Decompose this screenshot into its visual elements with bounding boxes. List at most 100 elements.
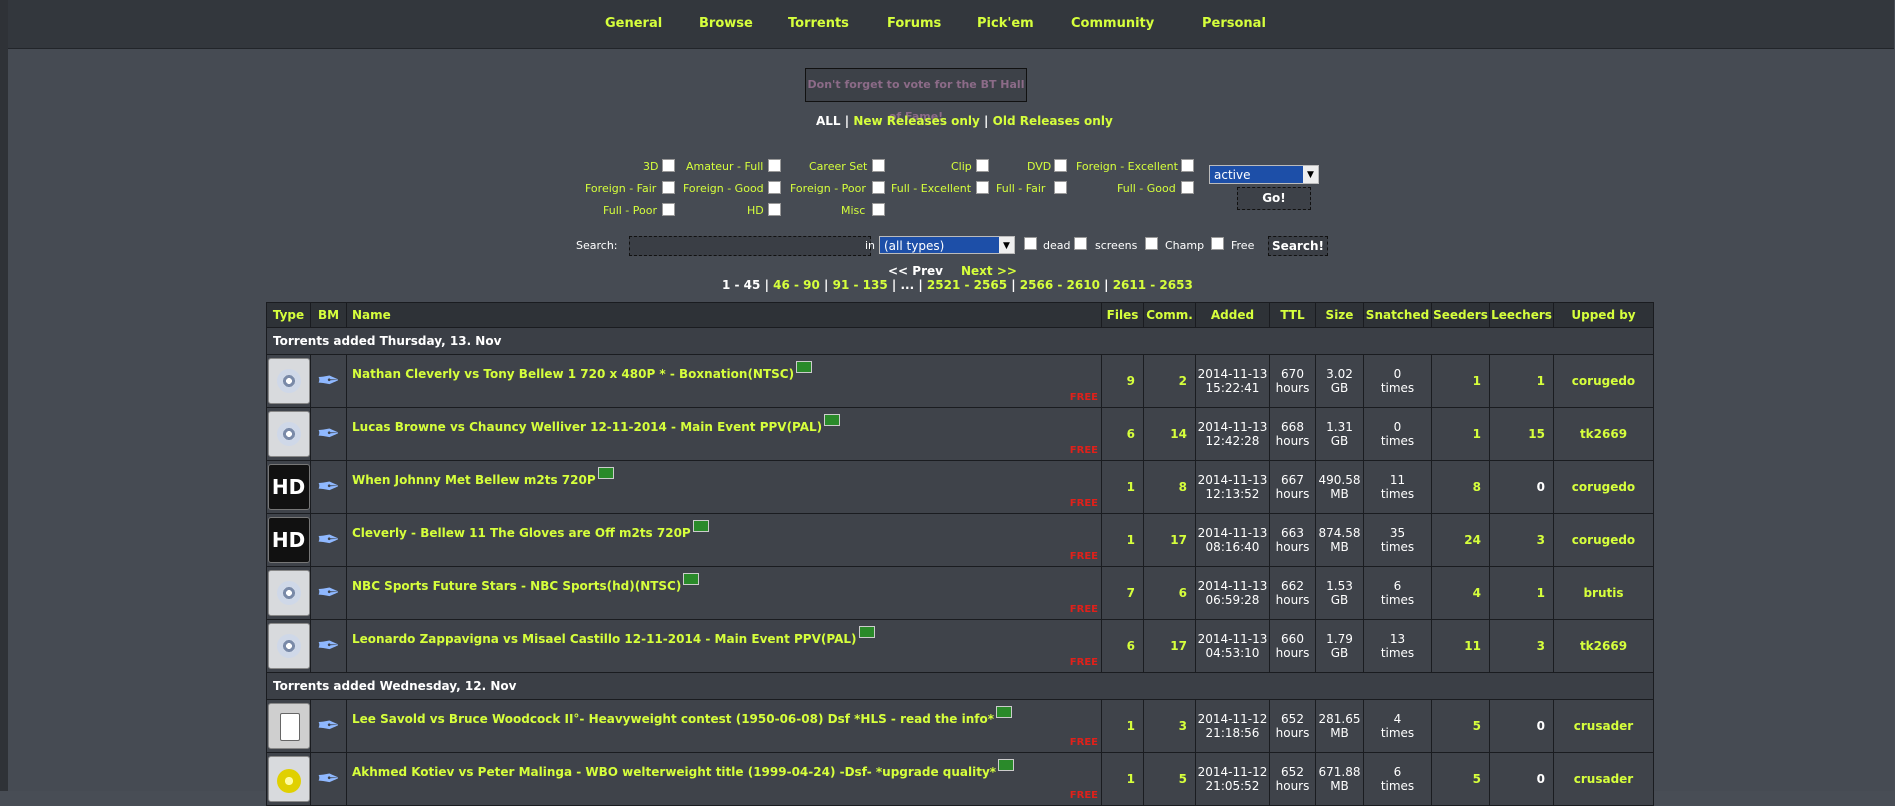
free-checkbox[interactable] — [1211, 237, 1224, 250]
seeders-count[interactable]: 5 — [1431, 699, 1490, 753]
bookmark-quill-icon[interactable]: ✒ — [311, 409, 346, 459]
comments-count[interactable]: 17 — [1143, 619, 1196, 673]
seeders-count[interactable]: 11 — [1431, 619, 1490, 673]
cat-checkbox-foreign-excellent[interactable] — [1181, 159, 1194, 172]
comments-count[interactable]: 8 — [1143, 460, 1196, 514]
torrent-name-link[interactable]: Lee Savold vs Bruce Woodcock II°- Heavyw… — [352, 712, 994, 726]
leechers-count[interactable]: 0 — [1489, 752, 1554, 806]
cat-checkbox-misc[interactable] — [872, 203, 885, 216]
uploader-link[interactable]: crusader — [1553, 752, 1654, 806]
page-link[interactable]: 91 - 135 — [833, 278, 888, 292]
col-leechers[interactable]: Leechers — [1489, 302, 1554, 328]
nav-torrents[interactable]: Torrents — [788, 16, 849, 31]
comments-count[interactable]: 17 — [1143, 513, 1196, 567]
download-icon[interactable] — [796, 361, 813, 373]
hall-of-fame-notice[interactable]: Don't forget to vote for the BT Hall of … — [805, 68, 1027, 123]
bookmark-quill-icon[interactable]: ✒ — [311, 462, 346, 512]
snatched-value[interactable]: 4 — [1364, 712, 1431, 726]
cat-checkbox-full-fair[interactable] — [1054, 181, 1067, 194]
uploader-link[interactable]: tk2669 — [1553, 619, 1654, 673]
files-count[interactable]: 6 — [1101, 619, 1144, 673]
seeders-count[interactable]: 8 — [1431, 460, 1490, 514]
snatched-value[interactable]: 6 — [1364, 765, 1431, 779]
nav-browse[interactable]: Browse — [699, 16, 753, 31]
dvd-icon[interactable] — [267, 358, 310, 404]
col-type[interactable]: Type — [266, 302, 311, 328]
dvd-icon[interactable] — [267, 411, 310, 457]
nav-forums[interactable]: Forums — [887, 16, 941, 31]
download-icon[interactable] — [995, 706, 1012, 718]
download-icon[interactable] — [858, 626, 875, 638]
seeders-count[interactable]: 1 — [1431, 407, 1490, 461]
cat-checkbox-full-excellent[interactable] — [976, 181, 989, 194]
type-select[interactable]: (all types) ▼ — [879, 236, 1015, 254]
leechers-count[interactable]: 1 — [1489, 354, 1554, 408]
files-count[interactable]: 7 — [1101, 566, 1144, 620]
classic-icon[interactable] — [267, 703, 310, 749]
col-seeders[interactable]: Seeders — [1431, 302, 1490, 328]
dead-checkbox[interactable] — [1024, 237, 1037, 250]
comments-count[interactable]: 3 — [1143, 699, 1196, 753]
leechers-count[interactable]: 0 — [1489, 699, 1554, 753]
comments-count[interactable]: 2 — [1143, 354, 1196, 408]
leechers-count[interactable]: 3 — [1489, 513, 1554, 567]
torrent-name-link[interactable]: Nathan Cleverly vs Tony Bellew 1 720 x 4… — [352, 367, 794, 381]
download-icon[interactable] — [998, 759, 1015, 771]
col-added[interactable]: Added — [1195, 302, 1270, 328]
seeders-count[interactable]: 4 — [1431, 566, 1490, 620]
files-count[interactable]: 1 — [1101, 513, 1144, 567]
champ-checkbox[interactable] — [1145, 237, 1158, 250]
bookmark-quill-icon[interactable]: ✒ — [311, 754, 346, 804]
leechers-count[interactable]: 0 — [1489, 460, 1554, 514]
page-link[interactable]: 46 - 90 — [773, 278, 820, 292]
torrent-name-link[interactable]: When Johnny Met Bellew m2ts 720P — [352, 473, 596, 487]
cat-checkbox-dvd[interactable] — [1054, 159, 1067, 172]
seeders-count[interactable]: 5 — [1431, 752, 1490, 806]
files-count[interactable]: 1 — [1101, 699, 1144, 753]
screens-checkbox[interactable] — [1074, 237, 1087, 250]
uploader-link[interactable]: crusader — [1553, 699, 1654, 753]
cat-checkbox-foreign-fair[interactable] — [662, 181, 675, 194]
nav-community[interactable]: Community — [1071, 16, 1154, 31]
torrent-name-link[interactable]: Lucas Browne vs Chauncy Welliver 12-11-2… — [352, 420, 822, 434]
nav-pickem[interactable]: Pick'em — [977, 16, 1034, 31]
files-count[interactable]: 9 — [1101, 354, 1144, 408]
col-size[interactable]: Size — [1315, 302, 1364, 328]
cat-checkbox-hd[interactable] — [768, 203, 781, 216]
col-files[interactable]: Files — [1101, 302, 1144, 328]
seeders-count[interactable]: 24 — [1431, 513, 1490, 567]
leechers-count[interactable]: 15 — [1489, 407, 1554, 461]
files-count[interactable]: 6 — [1101, 407, 1144, 461]
prev-link[interactable]: << Prev — [888, 264, 943, 278]
uploader-link[interactable]: corugedo — [1553, 513, 1654, 567]
col-name[interactable]: Name — [346, 302, 1102, 328]
download-icon[interactable] — [597, 467, 614, 479]
comments-count[interactable]: 14 — [1143, 407, 1196, 461]
filter-old-releases[interactable]: Old Releases only — [993, 114, 1113, 128]
bookmark-quill-icon[interactable]: ✒ — [311, 568, 346, 618]
snatched-value[interactable]: 6 — [1364, 579, 1431, 593]
dvd-icon[interactable] — [267, 623, 310, 669]
download-icon[interactable] — [683, 573, 700, 585]
snatched-value[interactable]: 11 — [1364, 473, 1431, 487]
bookmark-quill-icon[interactable]: ✒ — [311, 701, 346, 751]
uploader-link[interactable]: tk2669 — [1553, 407, 1654, 461]
cat-checkbox-foreign-poor[interactable] — [872, 181, 885, 194]
col-upped-by[interactable]: Upped by — [1553, 302, 1654, 328]
page-link[interactable]: 2521 - 2565 — [927, 278, 1007, 292]
leechers-count[interactable]: 1 — [1489, 566, 1554, 620]
hd-icon[interactable]: HD — [267, 517, 310, 563]
bookmark-quill-icon[interactable]: ✒ — [311, 621, 346, 671]
page-link[interactable]: 2611 - 2653 — [1113, 278, 1193, 292]
cat-checkbox-foreign-good[interactable] — [768, 181, 781, 194]
snatched-value[interactable]: 0 — [1364, 420, 1431, 434]
col-comments[interactable]: Comm. — [1143, 302, 1196, 328]
torrent-name-link[interactable]: Cleverly - Bellew 11 The Gloves are Off … — [352, 526, 691, 540]
torrent-name-link[interactable]: Akhmed Kotiev vs Peter Malinga - WBO wel… — [352, 765, 996, 779]
col-bm[interactable]: BM — [310, 302, 347, 328]
search-button[interactable]: Search! — [1268, 236, 1328, 256]
nav-personal[interactable]: Personal — [1202, 16, 1266, 31]
cat-checkbox-career-set[interactable] — [872, 159, 885, 172]
bookmark-quill-icon[interactable]: ✒ — [311, 356, 346, 406]
status-select[interactable]: active ▼ — [1209, 165, 1319, 184]
